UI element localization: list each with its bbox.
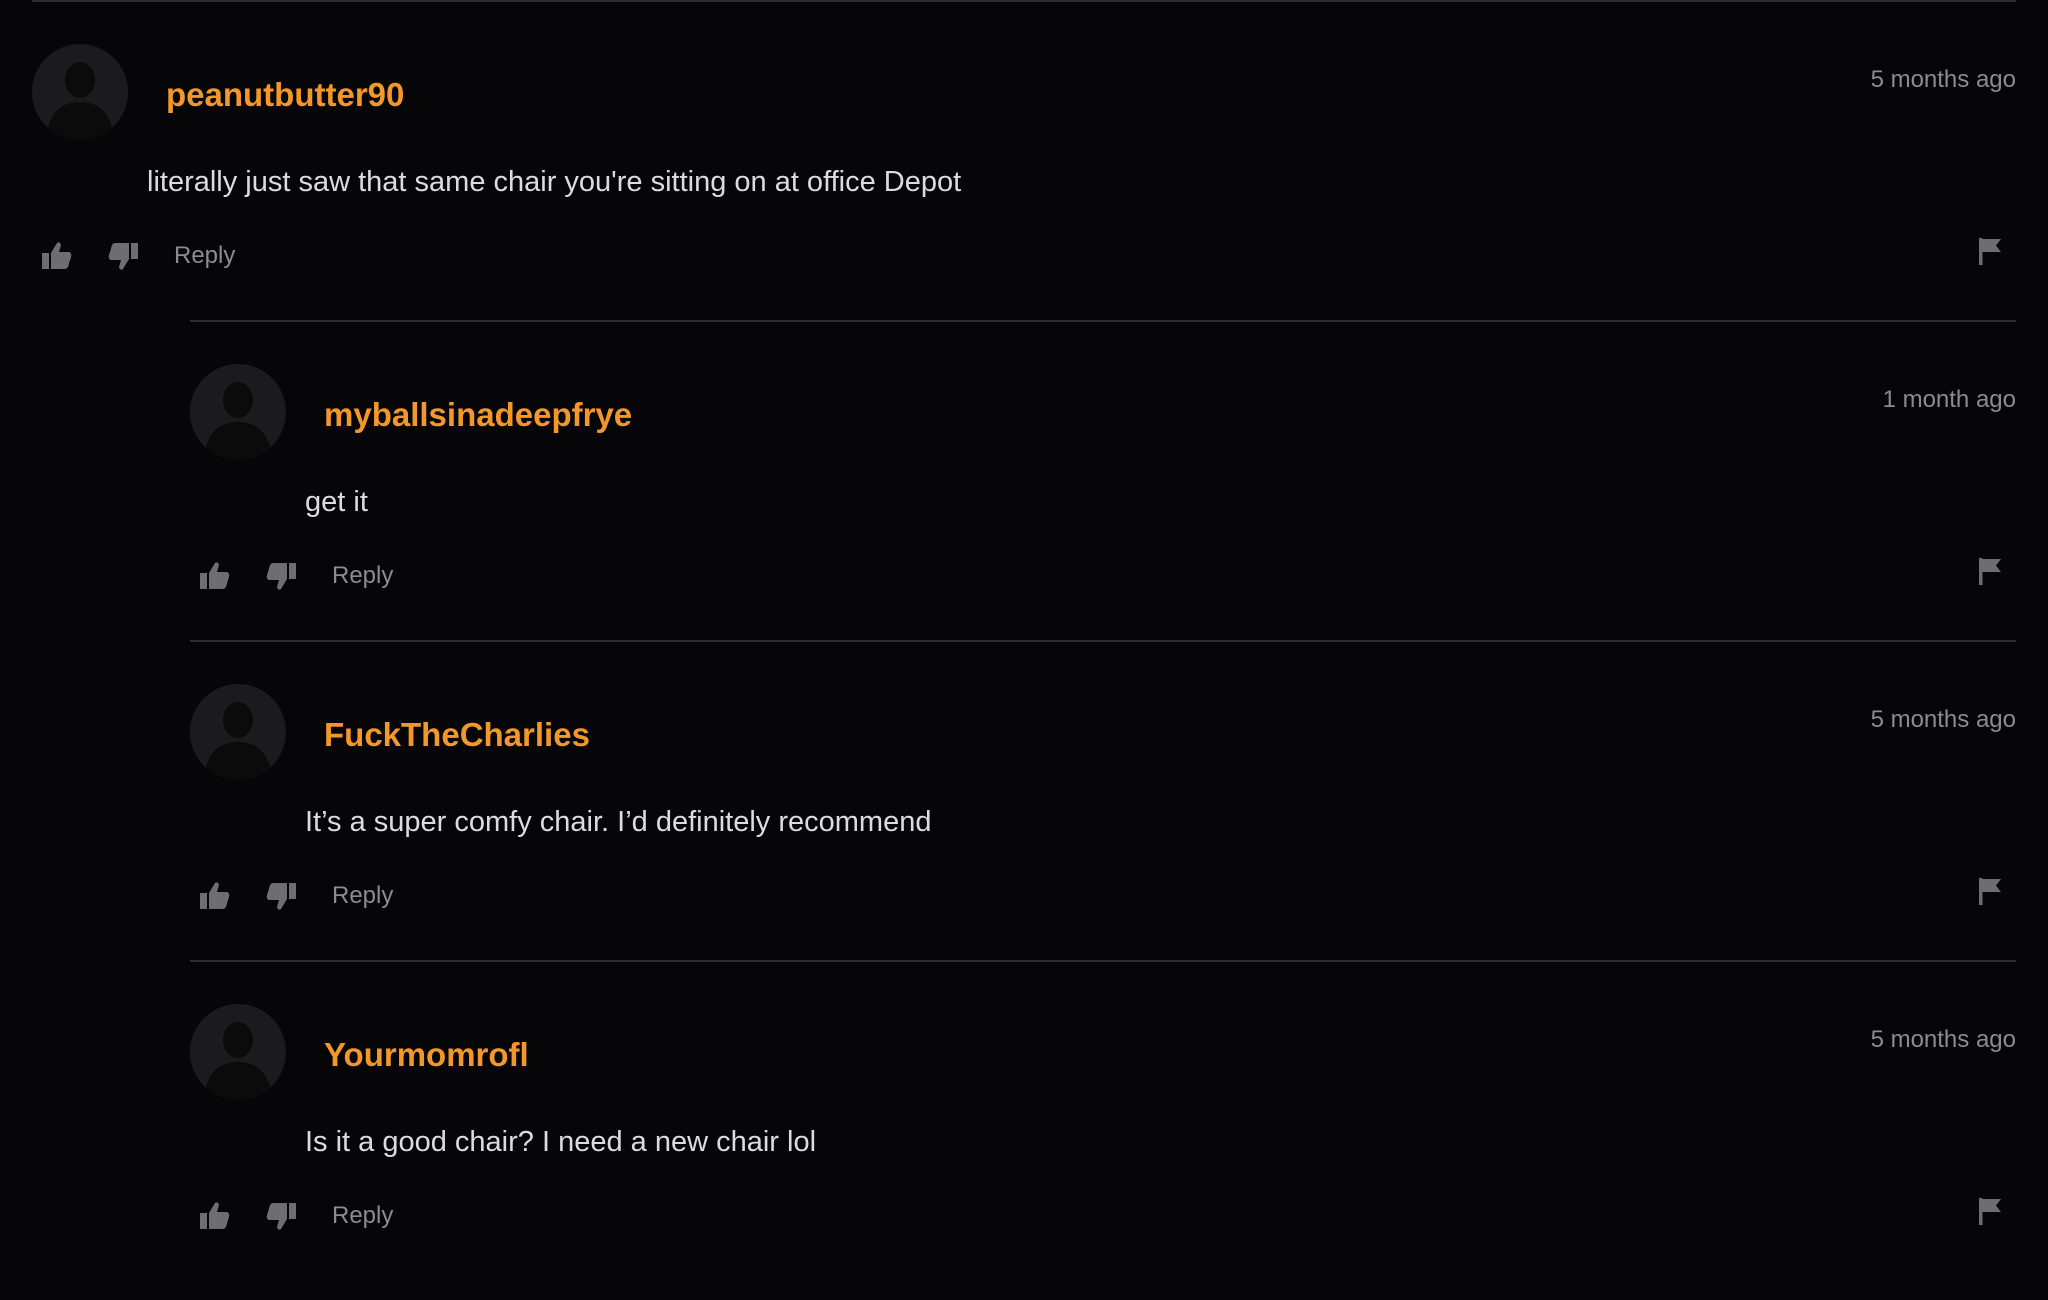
thumbs-up-icon[interactable] <box>198 879 232 913</box>
comment-actions: Reply <box>198 1194 393 1238</box>
reply-button[interactable]: Reply <box>332 882 393 910</box>
thumbs-up-icon[interactable] <box>40 239 74 273</box>
thumbs-down-icon[interactable] <box>264 559 298 593</box>
reply-button[interactable]: Reply <box>332 562 393 590</box>
flag-icon[interactable] <box>1976 236 2004 266</box>
comment: peanutbutter90 5 months ago literally ju… <box>32 0 2016 322</box>
comment-username[interactable]: FuckTheCharlies <box>324 716 590 754</box>
comment-username[interactable]: myballsinadeepfrye <box>324 396 632 434</box>
reply-button[interactable]: Reply <box>174 242 235 270</box>
comment-timestamp: 5 months ago <box>1870 66 2016 93</box>
comment-username[interactable]: Yourmomrofl <box>324 1036 529 1074</box>
comment-timestamp: 5 months ago <box>1870 706 2016 733</box>
thumbs-up-icon[interactable] <box>198 559 232 593</box>
thumbs-down-icon[interactable] <box>264 879 298 913</box>
reply-button[interactable]: Reply <box>332 1202 393 1230</box>
comment-thread: peanutbutter90 5 months ago literally ju… <box>0 0 2048 1300</box>
user-avatar-icon[interactable] <box>190 364 286 460</box>
thumbs-down-icon[interactable] <box>264 1199 298 1233</box>
thumbs-down-icon[interactable] <box>106 239 140 273</box>
comment-actions: Reply <box>198 554 393 598</box>
comment-timestamp: 1 month ago <box>1882 386 2016 413</box>
user-avatar-icon[interactable] <box>190 684 286 780</box>
comment-actions: Reply <box>40 234 235 278</box>
user-avatar-icon[interactable] <box>190 1004 286 1100</box>
comment-reply: Yourmomrofl 5 months ago Is it a good ch… <box>190 960 2016 1282</box>
comment-text: It’s a super comfy chair. I’d definitely… <box>305 806 932 838</box>
user-avatar-icon[interactable] <box>32 44 128 140</box>
flag-icon[interactable] <box>1976 1196 2004 1226</box>
comment-text: Is it a good chair? I need a new chair l… <box>305 1126 817 1158</box>
comment-reply: FuckTheCharlies 5 months ago It’s a supe… <box>190 640 2016 962</box>
comment-username[interactable]: peanutbutter90 <box>166 76 404 114</box>
flag-icon[interactable] <box>1976 556 2004 586</box>
comment-actions: Reply <box>198 874 393 918</box>
comment-text: literally just saw that same chair you'r… <box>147 166 962 198</box>
flag-icon[interactable] <box>1976 876 2004 906</box>
comment-timestamp: 5 months ago <box>1870 1026 2016 1053</box>
comment-reply: myballsinadeepfrye 1 month ago get it Re… <box>190 320 2016 642</box>
comment-text: get it <box>305 486 368 518</box>
thumbs-up-icon[interactable] <box>198 1199 232 1233</box>
